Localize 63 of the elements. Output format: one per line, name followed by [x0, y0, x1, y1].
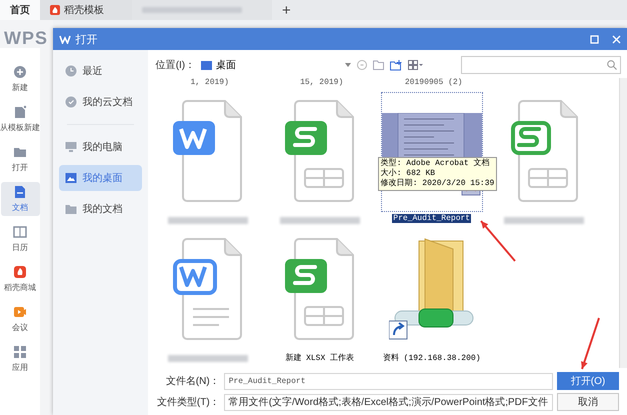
app-sidebar-item[interactable]: 应用 — [0, 342, 40, 376]
file-name: 资料 (192.168.38.200) — [382, 352, 482, 363]
dialog-nav-item[interactable]: 我的云文档 — [58, 89, 142, 115]
app-logo: WPS — [3, 27, 50, 48]
app-sidebar-item[interactable]: 打开 — [0, 142, 40, 176]
video-icon — [13, 305, 27, 319]
annotation-arrow — [478, 218, 518, 264]
app-sidebar-item[interactable]: 会议 — [0, 302, 40, 336]
flame-logo-icon — [13, 265, 27, 279]
monitor-icon — [64, 141, 77, 153]
file-name: 新建 XLSX 工作表 — [284, 352, 356, 363]
file-item[interactable]: 资料 (192.168.38.200) — [376, 231, 488, 369]
flame-logo-icon — [50, 5, 60, 15]
new-folder-icon[interactable] — [390, 60, 402, 70]
open-button[interactable]: 打开(O) — [557, 372, 619, 390]
view-grid-icon[interactable] — [408, 60, 424, 70]
app-sidebar-item[interactable]: 从模板新建 — [0, 102, 40, 136]
file-item[interactable]: 新建 XLSX 工作表 — [264, 231, 376, 369]
shield-icon — [64, 96, 77, 108]
calendar-icon — [13, 225, 27, 239]
dialog-nav-item[interactable]: 我的文档 — [58, 196, 142, 222]
w-logo-icon — [58, 34, 71, 44]
app-sidebar-item[interactable]: 新建 — [0, 62, 40, 96]
file-name: 1, 2019) — [190, 78, 229, 87]
clock-icon — [64, 65, 77, 77]
location-dropdown[interactable]: 桌面 — [201, 58, 352, 72]
network-folder-icon — [388, 237, 475, 341]
plus-icon — [13, 65, 27, 79]
app-sidebar-item[interactable]: 文档 — [0, 182, 40, 216]
document-icon — [13, 185, 27, 199]
file-name: 20190905 (2) — [404, 78, 462, 87]
search-icon — [607, 60, 617, 70]
folder-icon — [64, 203, 77, 215]
file-tooltip: 类型: Adobe Acrobat 文档 大小: 682 KB 修改日期: 2020/3/20 15:39 — [378, 157, 498, 191]
new-tab-button[interactable]: + — [272, 0, 301, 20]
search-field[interactable] — [461, 56, 621, 74]
caret-icon — [345, 63, 352, 67]
grid-icon — [13, 345, 27, 359]
desktop-icon — [64, 172, 77, 184]
cancel-button[interactable]: 取消 — [557, 393, 619, 411]
document-plus-icon — [13, 105, 27, 119]
file-name: 15, 2019) — [300, 78, 344, 87]
dialog-title: 打开 — [76, 32, 99, 46]
app-sidebar-item[interactable]: 稻壳商城 — [0, 262, 40, 296]
filetype-dropdown[interactable]: 常用文件(文字/Word格式;表格/Excel格式;演示/PowerPoint格式;PDF文件 — [224, 394, 553, 410]
maximize-icon[interactable] — [590, 34, 599, 44]
folder-up-icon[interactable] — [373, 60, 384, 70]
browser-tab[interactable]: 首页 — [0, 0, 40, 20]
folder-icon — [13, 145, 27, 159]
filename-label: 文件名(N)： — [164, 374, 220, 388]
dialog-nav-item[interactable]: 最近 — [58, 58, 142, 84]
scrollbar[interactable] — [619, 78, 627, 368]
file-name: Pre_Audit_Report — [392, 214, 472, 223]
browser-tab[interactable]: 稻壳模板 — [40, 0, 132, 20]
app-sidebar-item[interactable]: 日历 — [0, 222, 40, 256]
filetype-label: 文件类型(T)： — [156, 396, 220, 409]
annotation-arrow — [578, 316, 602, 372]
location-label: 位置(I)： — [156, 58, 196, 72]
filename-field[interactable]: Pre_Audit_Report — [224, 372, 553, 390]
dialog-nav-item[interactable]: 我的电脑 — [58, 134, 142, 160]
desktop-icon — [201, 60, 212, 70]
back-icon[interactable] — [357, 60, 368, 70]
close-icon[interactable] — [612, 34, 621, 44]
